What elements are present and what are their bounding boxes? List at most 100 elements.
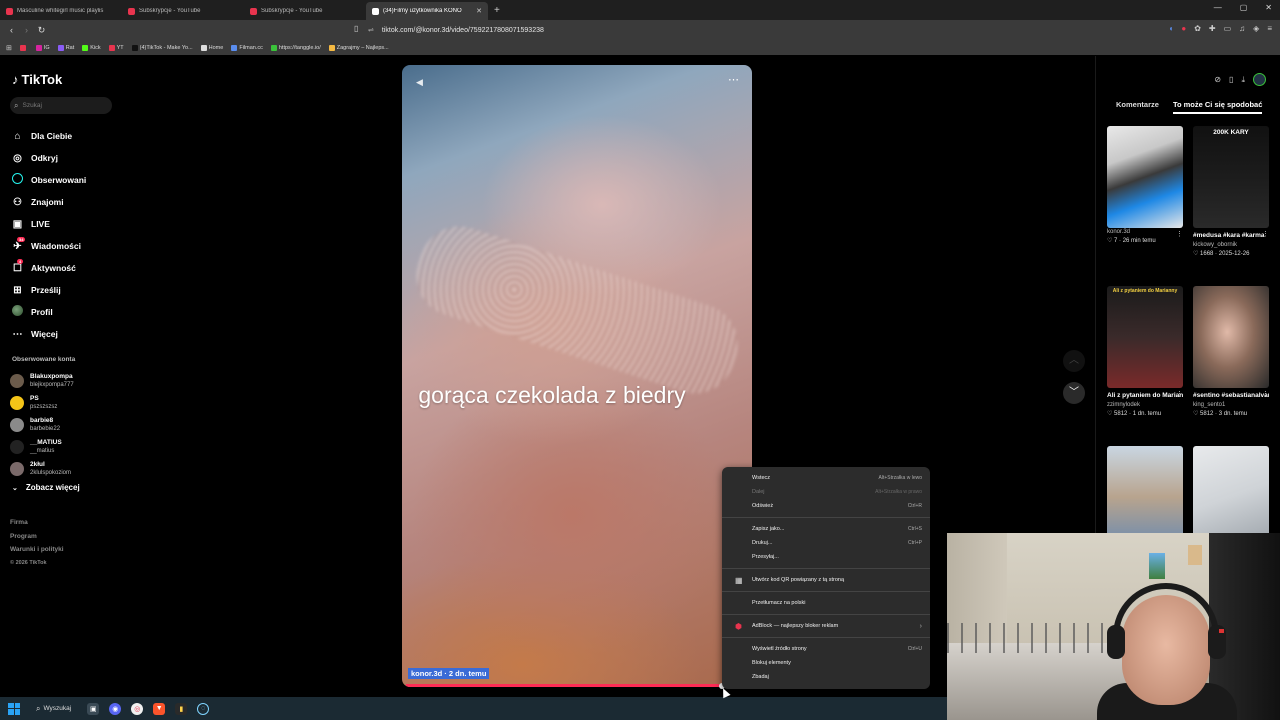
- video-user[interactable]: zzimnylodek: [1107, 401, 1183, 410]
- context-menu-item[interactable]: Wstecz Alt+Strzałka w lewo: [722, 471, 930, 485]
- bookmark-item[interactable]: Home: [200, 44, 223, 51]
- discord-icon[interactable]: ◉: [109, 702, 122, 715]
- bookmark-item[interactable]: Filman.cc: [231, 44, 263, 51]
- video-thumbnail[interactable]: Ali z pytaniem do Marianny: [1107, 286, 1183, 388]
- bookmark-item[interactable]: YT: [108, 44, 124, 51]
- nav-item-profile[interactable]: Profil: [12, 301, 86, 323]
- nav-item-friends[interactable]: ⚇ Znajomi: [12, 191, 86, 213]
- maximize-icon[interactable]: ▢: [1240, 3, 1248, 12]
- video-thumbnail[interactable]: [1107, 126, 1183, 228]
- chrome-icon[interactable]: ◎: [131, 702, 144, 715]
- bookmark-item[interactable]: [19, 44, 28, 51]
- card-menu-icon[interactable]: ⋮: [1262, 230, 1269, 238]
- device-icon[interactable]: ▯: [1229, 75, 1233, 84]
- video-thumbnail[interactable]: 200K KARY: [1193, 126, 1269, 228]
- bookmark-item[interactable]: (4)TikTok - Make Yo...: [131, 44, 193, 51]
- bookmark-item[interactable]: Zagrajmy – Najleps...: [328, 44, 389, 51]
- browser-tab[interactable]: (34)Filmy użytkownika KONO ✕: [366, 2, 488, 20]
- windows-start-icon[interactable]: [8, 702, 20, 715]
- context-menu-item[interactable]: Wyświetl źródło strony Ctrl+U: [722, 642, 930, 656]
- bookmark-item[interactable]: Rat: [57, 44, 74, 51]
- compass-icon[interactable]: ⊘: [1214, 75, 1221, 84]
- recommended-video-card[interactable]: 200K KARY #medusa #kara #karma kickowy_obo…: [1193, 126, 1269, 259]
- nav-item-home[interactable]: ⌂ Dla Ciebie: [12, 125, 86, 147]
- menu-icon[interactable]: ≡: [1267, 24, 1272, 33]
- search-input[interactable]: ⌕ Szukaj: [10, 97, 112, 114]
- context-menu-item[interactable]: ▦ Utwórz kod QR powiązany z tą stroną: [722, 573, 930, 587]
- nav-item-upload[interactable]: ⊞ Prześlij: [12, 279, 86, 301]
- sidebar-icon[interactable]: ▭: [1224, 24, 1232, 33]
- video-user[interactable]: konor.3d: [1107, 228, 1183, 237]
- context-menu-item[interactable]: Drukuj... Ctrl+P: [722, 536, 930, 550]
- bookmark-icon[interactable]: ▯: [354, 24, 358, 33]
- site-info-icon[interactable]: ⇌: [368, 26, 374, 34]
- user-avatar[interactable]: [1253, 73, 1266, 86]
- nav-item-live[interactable]: ▣ LIVE: [12, 213, 86, 235]
- footer-link[interactable]: Warunki i polityki: [10, 543, 64, 557]
- video-thumbnail[interactable]: [1193, 286, 1269, 388]
- nav-item-following[interactable]: Obserwowani: [12, 169, 86, 191]
- context-menu-item[interactable]: Przesyłaj...: [722, 550, 930, 564]
- video-user[interactable]: king_sento1: [1193, 401, 1269, 410]
- forward-icon[interactable]: ›: [19, 25, 34, 35]
- volume-icon[interactable]: ◀: [416, 77, 423, 88]
- wallet-icon[interactable]: ◈: [1253, 24, 1259, 33]
- bookmark-item[interactable]: https://tanggle.io/: [270, 44, 321, 51]
- followed-account[interactable]: __MATIUS __matius: [10, 436, 74, 458]
- card-menu-icon[interactable]: ⋮: [1262, 390, 1269, 398]
- video-user[interactable]: kickowy_obornik: [1193, 241, 1269, 250]
- url-field[interactable]: ⇌ tiktok.com/@konor.3d/video/75922178080…: [368, 23, 908, 37]
- audio-icon[interactable]: ◖: [1169, 24, 1174, 33]
- context-menu-item[interactable]: Przetłumacz na polski: [722, 596, 930, 610]
- taskbar-search[interactable]: ⌕ Wyszukaj: [30, 704, 77, 714]
- see-more-button[interactable]: ⌄ Zobacz więcej: [12, 483, 80, 492]
- obs-icon[interactable]: ◌: [197, 702, 210, 715]
- bookmark-item[interactable]: Kick: [82, 44, 101, 51]
- recommended-video-card[interactable]: konor.3d ♡ 7 · 26 min temu ⋮: [1107, 126, 1183, 246]
- followed-account[interactable]: barbie8 barbebie22: [10, 414, 74, 436]
- tab-recommended[interactable]: To może Ci się spodobać: [1172, 100, 1263, 114]
- followed-account[interactable]: Blakuxpompa blejkxpompa777: [10, 370, 74, 392]
- nav-item-compass[interactable]: ◎ Odkryj: [12, 147, 86, 169]
- browser-tab[interactable]: Subskrypcje - YouTube: [122, 2, 244, 20]
- video-player[interactable]: ◀ ⋯ gorąca czekolada z biedry konor.3d ·…: [402, 65, 752, 687]
- context-menu-item[interactable]: Dalej Alt+Strzałka w prawo: [722, 485, 930, 499]
- close-tab-icon[interactable]: ✕: [476, 7, 482, 15]
- previous-video-button[interactable]: ︿: [1063, 350, 1085, 372]
- nav-item-more[interactable]: ⋯ Więcej: [12, 323, 86, 345]
- brave-icon[interactable]: ▼: [153, 702, 166, 715]
- download-icon[interactable]: ⤓: [1241, 75, 1245, 85]
- apps-grid-icon[interactable]: ⊞: [6, 44, 12, 52]
- task-view-icon[interactable]: ▣: [87, 702, 100, 715]
- context-menu-item[interactable]: Zbadaj: [722, 670, 930, 684]
- next-video-button[interactable]: ﹀: [1063, 382, 1085, 404]
- context-menu-item[interactable]: Blokuj elementy: [722, 656, 930, 670]
- new-tab-button[interactable]: +: [488, 2, 506, 20]
- followed-account[interactable]: 2kłul 2klulspokoziom: [10, 458, 74, 480]
- footer-link[interactable]: Firma: [10, 516, 64, 530]
- context-menu-item[interactable]: Odśwież Ctrl+R: [722, 499, 930, 513]
- minimize-icon[interactable]: —: [1214, 3, 1222, 12]
- brave-shields-icon[interactable]: ●: [1181, 24, 1186, 33]
- extension-icon[interactable]: ✿: [1194, 24, 1201, 33]
- tab-comments[interactable]: Komentarze: [1116, 100, 1159, 114]
- nav-item-activity[interactable]: ☐ 4 Aktywność: [12, 257, 86, 279]
- more-options-icon[interactable]: ⋯: [728, 73, 740, 86]
- back-icon[interactable]: ‹: [4, 25, 19, 35]
- card-menu-icon[interactable]: ⋮: [1176, 390, 1183, 398]
- footer-link[interactable]: Program: [10, 530, 64, 544]
- media-icon[interactable]: ♫: [1239, 24, 1245, 33]
- recommended-video-card[interactable]: #sentino #sebastianalvare... king_sento1♡…: [1193, 286, 1269, 419]
- recommended-video-card[interactable]: Ali z pytaniem do Marianny Ali z pytaniem…: [1107, 286, 1183, 419]
- close-window-icon[interactable]: ✕: [1265, 3, 1272, 12]
- context-menu-item[interactable]: ⬢ AdBlock — najlepszy bloker reklam ›: [722, 619, 930, 633]
- video-progress-bar[interactable]: [406, 684, 728, 687]
- reload-icon[interactable]: ↻: [34, 25, 49, 36]
- card-menu-icon[interactable]: ⋮: [1176, 230, 1183, 238]
- video-author-line[interactable]: konor.3d · 2 dn. temu: [408, 668, 490, 679]
- app-icon[interactable]: ▮: [175, 702, 188, 715]
- tiktok-logo[interactable]: ♪ TikTok: [12, 72, 62, 87]
- browser-tab[interactable]: Subskrypcje - YouTube: [244, 2, 366, 20]
- bookmark-item[interactable]: IG: [35, 44, 50, 51]
- context-menu-item[interactable]: Zapisz jako... Ctrl+S: [722, 522, 930, 536]
